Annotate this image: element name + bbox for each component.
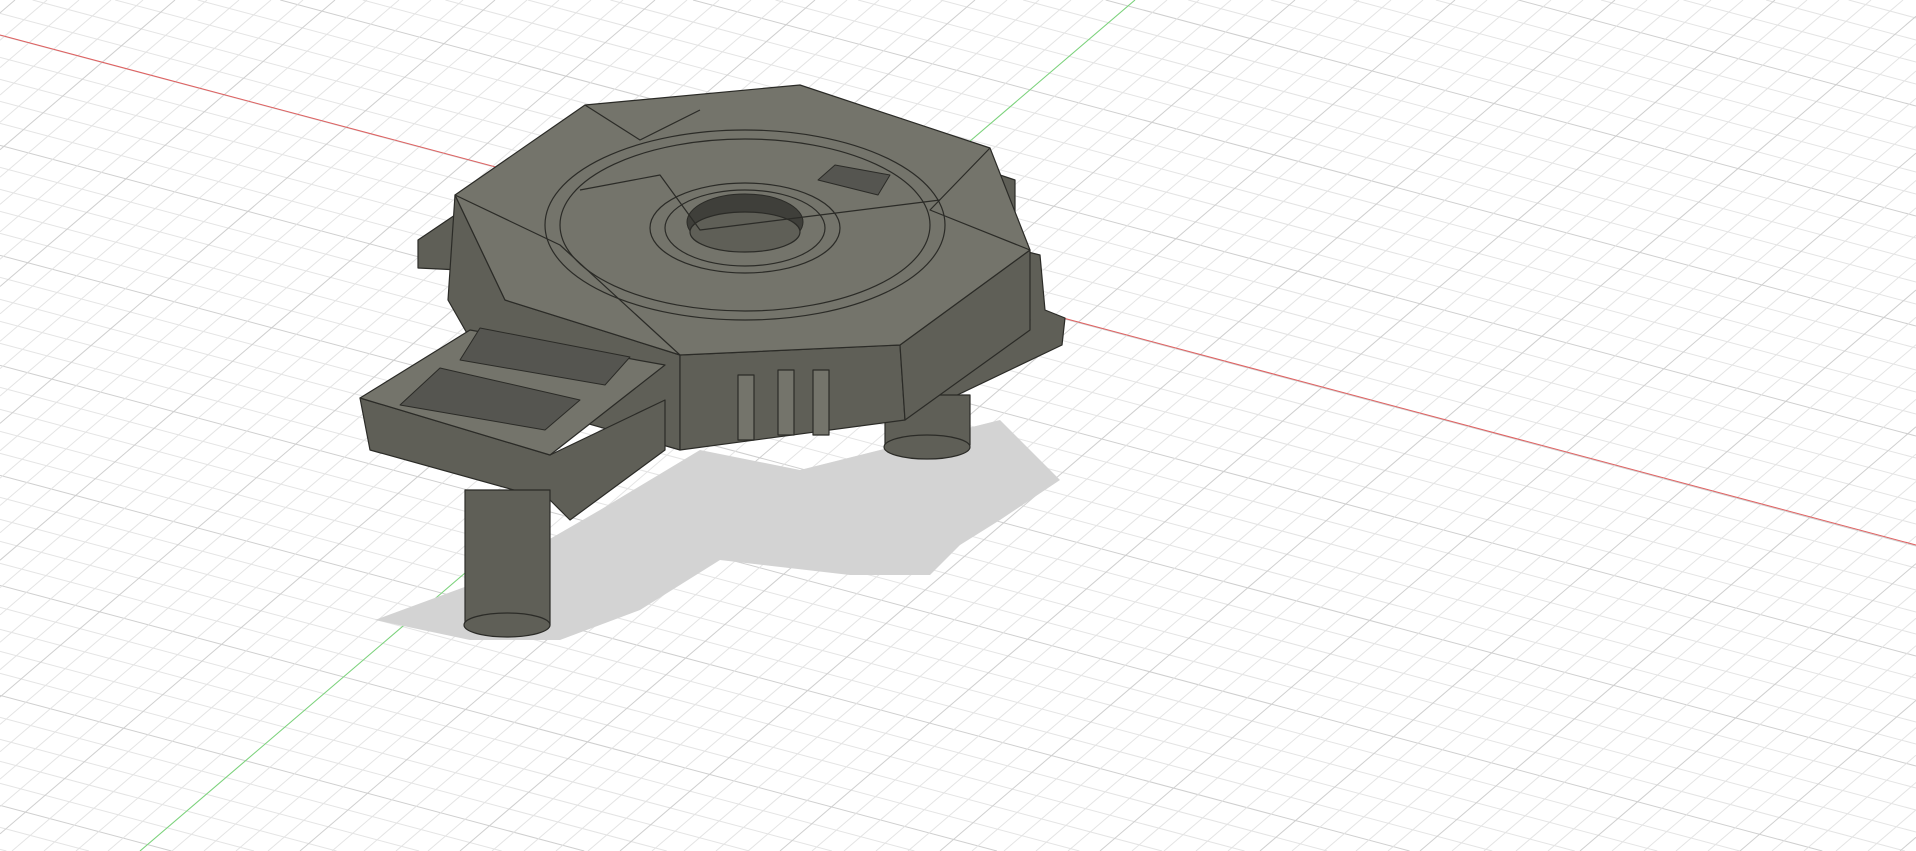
grid-line bbox=[1643, 617, 1916, 851]
grid-line bbox=[0, 0, 80, 68]
grid-line bbox=[1270, 0, 1916, 173]
grid-line bbox=[0, 0, 464, 397]
grid-line bbox=[0, 0, 240, 205]
grid-line bbox=[0, 0, 112, 96]
grid-line bbox=[0, 0, 272, 233]
grid-line bbox=[1707, 672, 1916, 851]
grid-line bbox=[1579, 563, 1916, 851]
grid-line bbox=[1848, 0, 1916, 19]
front-peg bbox=[812, 369, 830, 436]
grid-line bbox=[940, 0, 1916, 261]
grid-line bbox=[1353, 0, 1916, 151]
grid-line bbox=[1515, 508, 1916, 851]
grid-line bbox=[1739, 700, 1916, 851]
3d-viewport[interactable] bbox=[0, 0, 1916, 851]
left-leg-base bbox=[463, 612, 551, 638]
grid-line bbox=[1765, 0, 1916, 41]
grid-line bbox=[0, 0, 304, 260]
grid-line bbox=[0, 0, 48, 41]
grid-line bbox=[0, 694, 585, 851]
grid-line bbox=[0, 826, 90, 851]
grid-line bbox=[1105, 0, 1916, 217]
front-peg bbox=[777, 369, 795, 436]
grid-line bbox=[0, 606, 915, 851]
right-leg-base bbox=[883, 434, 971, 460]
grid-line bbox=[1675, 645, 1916, 851]
grid-line bbox=[939, 15, 1916, 851]
grid-line bbox=[0, 0, 16, 14]
grid-line bbox=[0, 628, 832, 851]
grid-line bbox=[1899, 836, 1916, 851]
grid-line bbox=[1099, 152, 1916, 851]
grid-line bbox=[1518, 0, 1916, 107]
grid-line bbox=[1835, 782, 1916, 851]
front-peg bbox=[737, 374, 755, 441]
grid-line bbox=[0, 650, 750, 851]
grid-line bbox=[1547, 535, 1916, 851]
grid-line bbox=[0, 760, 337, 851]
grid-line bbox=[1771, 727, 1916, 851]
grid-line bbox=[1611, 590, 1916, 851]
left-leg bbox=[464, 489, 551, 626]
grid-line bbox=[0, 672, 667, 851]
center-hole-floor bbox=[689, 211, 801, 253]
grid-line bbox=[971, 43, 1916, 851]
grid-line bbox=[1195, 234, 1916, 851]
grid-line bbox=[1003, 70, 1916, 851]
grid-line bbox=[907, 0, 1904, 851]
grid-line bbox=[1131, 180, 1916, 851]
grid-line bbox=[1035, 98, 1916, 851]
grid-line bbox=[0, 0, 144, 123]
grid-line bbox=[1483, 481, 1916, 851]
grid-line bbox=[875, 0, 1872, 851]
grid-line bbox=[1803, 754, 1916, 851]
